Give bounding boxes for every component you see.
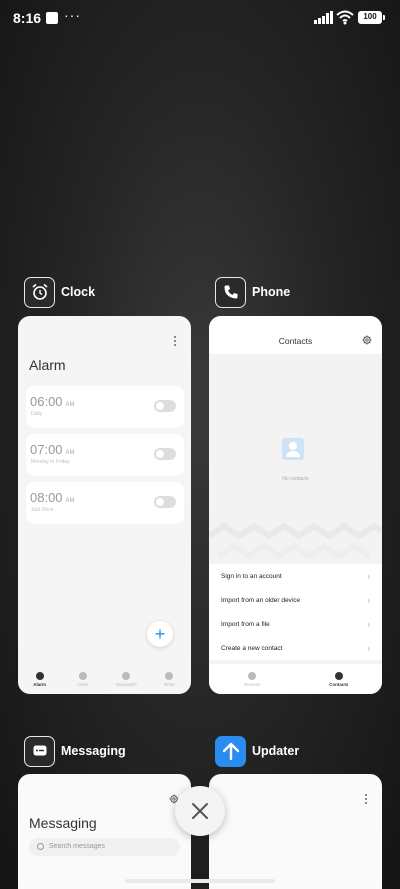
app-header-phone[interactable]: Phone (215, 276, 290, 308)
add-alarm-icon: + (147, 621, 173, 647)
person-icon (334, 671, 343, 680)
app-header-clock[interactable]: Clock (24, 276, 95, 308)
app-name-clock: Clock (61, 285, 96, 299)
nav-stopwatch: Stopwatch (111, 671, 141, 687)
menu-sign-in: Sign in to an account › (221, 571, 370, 581)
more-notifications-icon: ··· (64, 7, 81, 23)
phone-recents-icon (248, 671, 257, 680)
alarm-ampm: AM (65, 498, 75, 504)
contacts-title: Contacts (278, 336, 313, 346)
stopwatch-icon (122, 671, 131, 680)
clear-all-button[interactable] (175, 786, 225, 836)
app-header-updater[interactable]: Updater (215, 735, 299, 767)
search-icon (37, 843, 44, 850)
alarm-time: 08:00 (30, 490, 63, 505)
app-name-phone: Phone (252, 285, 291, 299)
alarm-toggle (154, 400, 176, 412)
alarm-item: 07:00 AM Monday to Friday (26, 434, 184, 476)
notification-square-icon (46, 12, 58, 24)
no-contacts-text: No contacts (282, 476, 309, 482)
alarm-ampm: AM (65, 402, 75, 408)
status-time: 8:16 (13, 10, 42, 26)
hexagon-pattern (209, 522, 382, 560)
gear-icon (362, 335, 372, 345)
alarm-toggle (154, 448, 176, 460)
alarm-time: 06:00 (30, 394, 63, 409)
messaging-title: Messaging (29, 815, 97, 831)
status-bar: 8:16 ··· 100 (0, 0, 400, 36)
hourglass-icon (165, 671, 174, 680)
alarm-ampm: AM (65, 450, 75, 456)
alarm-repeat: Just Once (31, 507, 54, 513)
alarm-title: Alarm (29, 357, 66, 373)
alarm-repeat: Daily (31, 411, 43, 417)
alarm-toggle (154, 496, 176, 508)
signal-icon (314, 11, 333, 24)
clock-bottom-nav: Alarm Clock Stopwatch Timer (18, 664, 191, 694)
phone-bottom-nav: Recents Contacts (209, 664, 382, 694)
phone-app-card[interactable]: Contacts No contacts Sign in to an accou… (209, 316, 382, 694)
search-messages-field: Search messages (29, 838, 180, 856)
contacts-menu: Sign in to an account › Import from an ol… (209, 564, 382, 660)
menu-import-file: Import from a file › (221, 619, 370, 629)
clock-app-card[interactable]: Alarm 06:00 AM Daily 07:00 AM Monday to Fr… (18, 316, 191, 694)
alarm-clock-icon[interactable] (24, 276, 55, 308)
alarm-repeat: Monday to Friday (31, 459, 70, 465)
chevron-right-icon: › (367, 571, 370, 581)
contacts-header: Contacts (209, 316, 382, 354)
more-options-icon (365, 794, 368, 804)
nav-contacts: Contacts (324, 671, 354, 687)
contact-placeholder-icon (282, 438, 304, 460)
app-header-messaging[interactable]: Messaging (24, 735, 126, 767)
battery-icon: 100 (358, 11, 385, 24)
nav-recents: Recents (237, 671, 267, 687)
home-indicator[interactable] (125, 879, 275, 883)
updater-app-card[interactable] (209, 774, 382, 889)
menu-import-device: Import from an older device › (221, 595, 370, 605)
chevron-right-icon: › (367, 619, 370, 629)
message-icon[interactable] (24, 735, 55, 767)
alarm-time: 07:00 (30, 442, 63, 457)
alarm-item: 08:00 AM Just Once (26, 482, 184, 524)
app-name-messaging: Messaging (61, 744, 126, 758)
alarm-item: 06:00 AM Daily (26, 386, 184, 428)
messaging-app-card[interactable]: Messaging Search messages (18, 774, 191, 889)
nav-alarm: Alarm (25, 671, 55, 687)
app-name-updater: Updater (252, 744, 300, 758)
wifi-icon (336, 10, 354, 25)
up-arrow-icon[interactable] (215, 735, 246, 767)
more-options-icon (174, 336, 177, 346)
clock-icon (78, 671, 87, 680)
chevron-right-icon: › (367, 643, 370, 653)
close-icon (192, 803, 208, 819)
alarm-icon (35, 671, 44, 680)
nav-timer: Timer (154, 671, 184, 687)
chevron-right-icon: › (367, 595, 370, 605)
menu-create-contact: Create a new contact › (221, 643, 370, 653)
nav-clock: Clock (68, 671, 98, 687)
phone-icon[interactable] (215, 276, 246, 308)
